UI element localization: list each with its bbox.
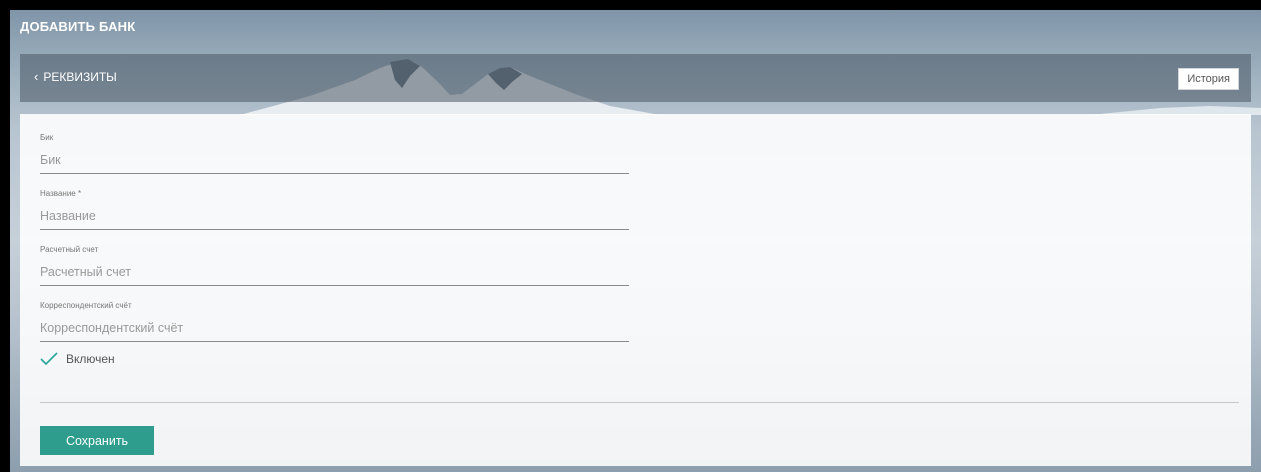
form-panel: Бик Название * Расчетный счет Корреспонд… bbox=[20, 114, 1251, 466]
section-header: ‹ РЕКВИЗИТЫ История bbox=[20, 54, 1251, 102]
correspondent-account-field: Корреспондентский счёт bbox=[40, 301, 629, 342]
app-window: ДОБАВИТЬ БАНК ‹ РЕКВИЗИТЫ История Бик На… bbox=[10, 10, 1261, 472]
name-input[interactable] bbox=[40, 204, 629, 230]
history-button[interactable]: История bbox=[1178, 68, 1239, 90]
settlement-account-input[interactable] bbox=[40, 260, 629, 286]
settlement-account-label: Расчетный счет bbox=[40, 245, 99, 254]
bik-label: Бик bbox=[40, 133, 54, 142]
back-link[interactable]: ‹ РЕКВИЗИТЫ bbox=[34, 70, 117, 84]
correspondent-account-label: Корреспондентский счёт bbox=[40, 301, 132, 310]
name-field: Название * bbox=[40, 189, 629, 230]
save-button[interactable]: Сохранить bbox=[40, 426, 154, 455]
bik-input[interactable] bbox=[40, 148, 629, 174]
enabled-checkbox[interactable]: Включен bbox=[40, 352, 115, 366]
divider bbox=[40, 402, 1239, 403]
page-title: ДОБАВИТЬ БАНК bbox=[20, 19, 136, 34]
back-link-label: РЕКВИЗИТЫ bbox=[43, 70, 117, 84]
checkmark-icon bbox=[40, 352, 58, 366]
settlement-account-field: Расчетный счет bbox=[40, 245, 629, 286]
chevron-left-icon: ‹ bbox=[34, 69, 39, 84]
enabled-label: Включен bbox=[66, 352, 115, 366]
correspondent-account-input[interactable] bbox=[40, 316, 629, 342]
bik-field: Бик bbox=[40, 133, 629, 174]
name-label: Название * bbox=[40, 189, 82, 198]
